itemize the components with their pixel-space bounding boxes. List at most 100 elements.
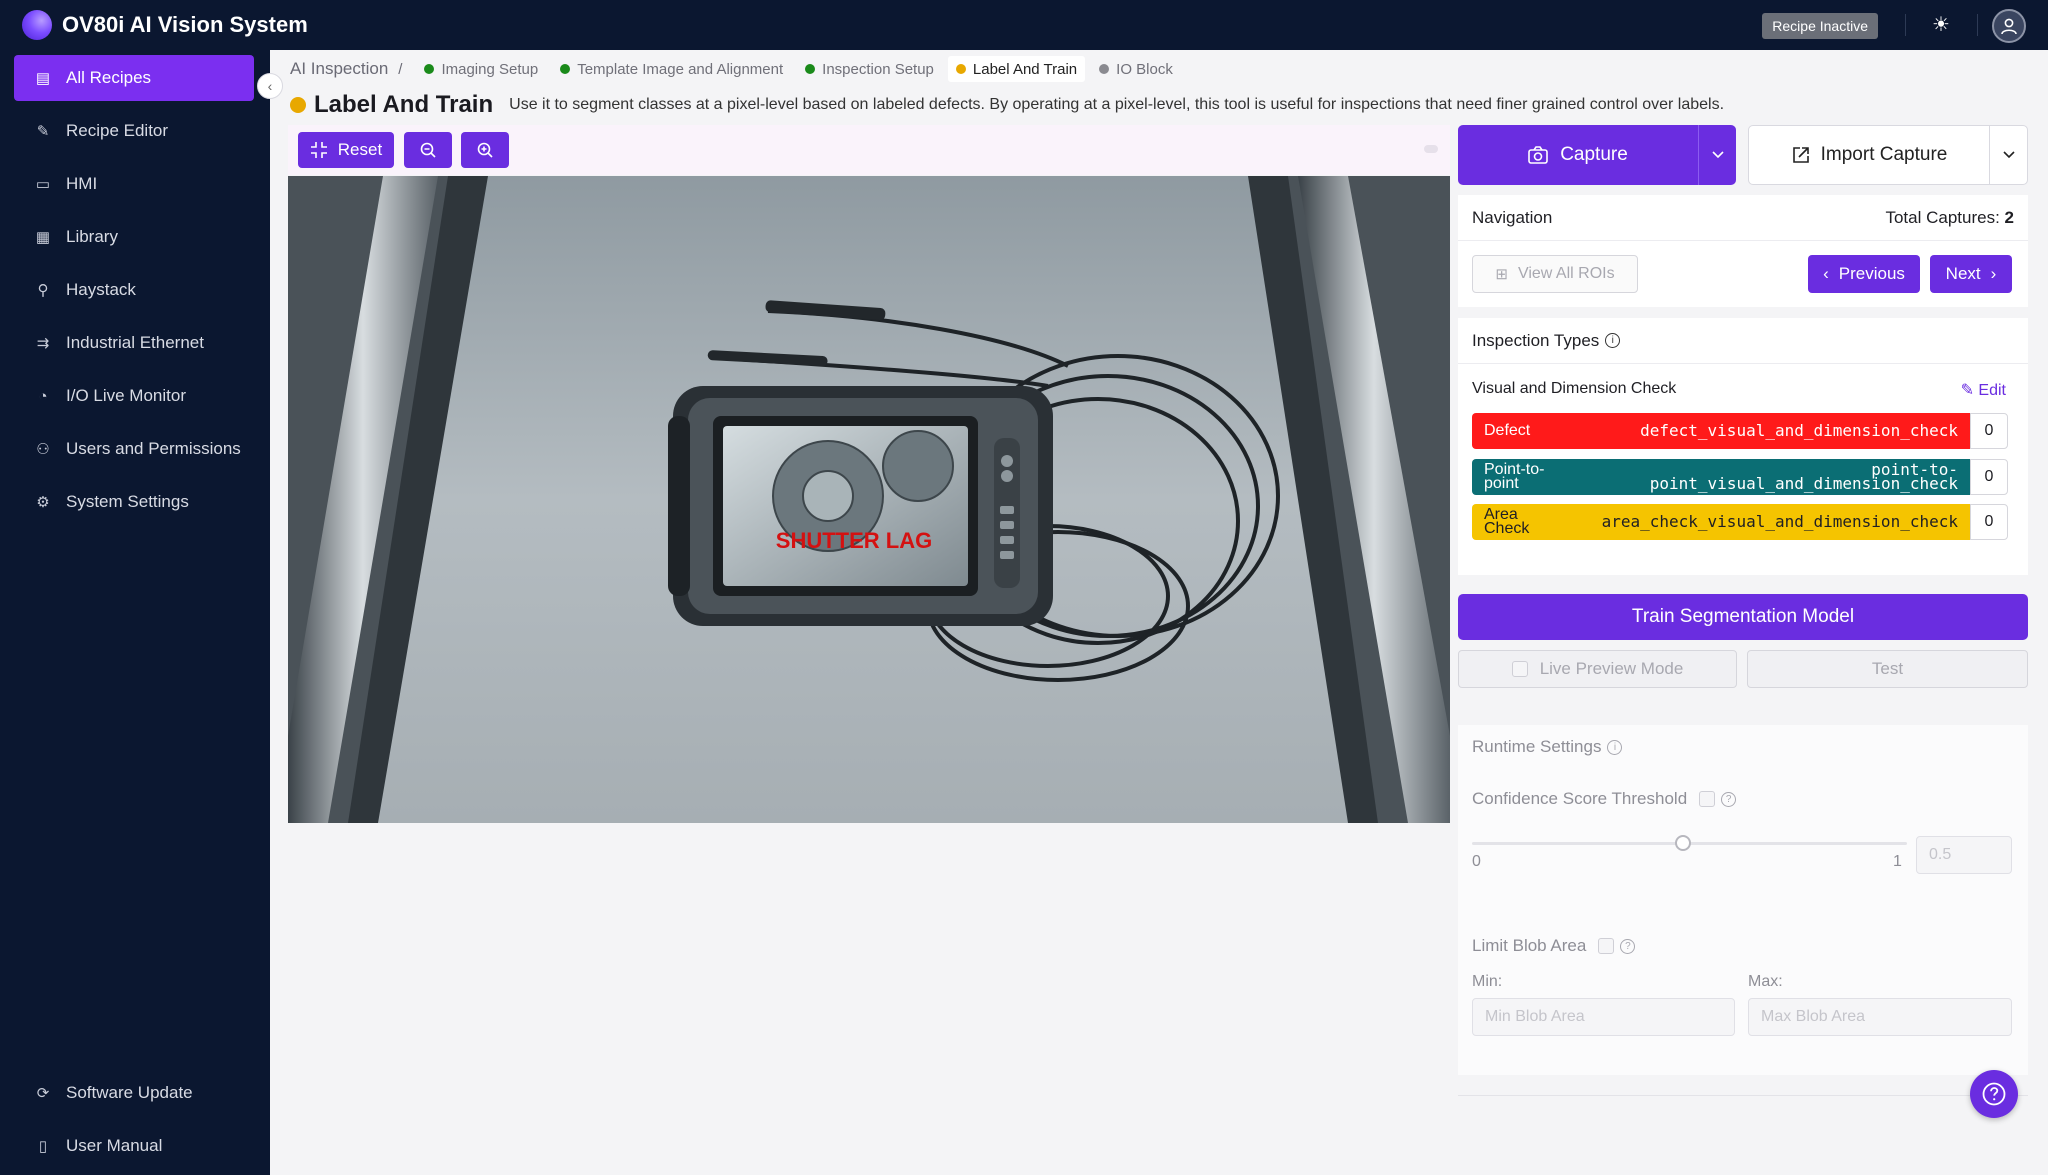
step-label: Inspection Setup: [822, 60, 934, 78]
runtime-settings-card: Runtime Settings i Confidence Score Thre…: [1458, 725, 2028, 1075]
help-button[interactable]: [1970, 1070, 2018, 1118]
zoom-out-button[interactable]: [404, 132, 452, 168]
label-row-defect[interactable]: Defect defect_visual_and_dimension_check…: [1472, 413, 2008, 449]
chevron-right-icon: ›: [1990, 264, 1997, 283]
previous-button[interactable]: ‹ Previous: [1808, 255, 1920, 293]
user-icon: ⚇: [36, 441, 50, 458]
sidebar-item-software-update[interactable]: ⟳ Software Update: [14, 1070, 254, 1116]
breadcrumb: AI Inspection / Imaging Setup Template I…: [290, 56, 1187, 82]
label-row-point-to-point[interactable]: Point-to-point point-to- point_visual_an…: [1472, 459, 2008, 495]
help-icon[interactable]: ?: [1620, 938, 1636, 954]
sun-icon[interactable]: ☀: [1928, 12, 1954, 38]
total-captures-label: Total Captures:: [1885, 207, 2000, 227]
view-all-rois-button[interactable]: ⊞ View All ROIs: [1472, 255, 1638, 293]
view-all-label: View All ROIs: [1517, 265, 1615, 282]
sidebar-collapse-button[interactable]: ‹: [257, 73, 283, 99]
confidence-threshold-input[interactable]: 0.5: [1916, 836, 2012, 874]
sidebar-item-label: Haystack: [66, 280, 136, 299]
sidebar-item-label: System Settings: [66, 492, 189, 511]
compress-icon: [310, 142, 327, 158]
max-blob-area-input[interactable]: Max Blob Area: [1748, 998, 2012, 1036]
label-chip[interactable]: Defect defect_visual_and_dimension_check: [1472, 413, 1970, 449]
book-icon: ▯: [38, 1138, 48, 1155]
navigation-header: Navigation Total Captures: 2: [1458, 195, 2028, 241]
capture-dropdown[interactable]: [1698, 125, 1736, 185]
import-main[interactable]: Import Capture: [1749, 144, 1989, 166]
step-inspection-setup[interactable]: Inspection Setup: [797, 56, 942, 82]
confidence-checkbox[interactable]: [1699, 791, 1716, 807]
info-icon[interactable]: i: [1607, 739, 1623, 755]
info-icon[interactable]: i: [1605, 333, 1621, 348]
sidebar-item-haystack[interactable]: ⚲ Haystack: [14, 267, 254, 313]
breadcrumb-root[interactable]: AI Inspection: [290, 59, 388, 79]
step-label: IO Block: [1116, 60, 1173, 78]
import-label: Import Capture: [1820, 144, 1948, 165]
chevron-down-icon: [1711, 151, 1724, 159]
top-bar: OV80i AI Vision System Recipe Inactive ☀: [0, 0, 2048, 50]
import-capture-button[interactable]: Import Capture: [1748, 125, 2028, 185]
user-avatar[interactable]: [1992, 9, 2026, 43]
test-button[interactable]: Test: [1747, 650, 2028, 688]
page-title: Label And Train: [314, 91, 494, 118]
step-label: Template Image and Alignment: [577, 60, 784, 78]
import-dropdown[interactable]: [1989, 126, 2027, 184]
app-title: OV80i AI Vision System: [62, 12, 308, 37]
label-key: area_check_visual_and_dimension_check: [1601, 512, 1958, 531]
zoom-in-button[interactable]: [461, 132, 509, 168]
label-count: 0: [1970, 413, 2008, 449]
live-preview-mode-toggle[interactable]: Live Preview Mode: [1458, 650, 1737, 688]
label-row-area-check[interactable]: Area Check area_check_visual_and_dimensi…: [1472, 504, 2008, 540]
sidebar-item-library[interactable]: ▦ Library: [14, 214, 254, 260]
capture-image-canvas[interactable]: SHUTTER LAG: [288, 176, 1450, 823]
step-template-image[interactable]: Template Image and Alignment: [552, 56, 791, 82]
navigation-card: Navigation Total Captures: 2 ⊞ View All …: [1458, 195, 2028, 307]
step-label-and-train[interactable]: Label And Train: [947, 56, 1086, 82]
sidebar-item-industrial-ethernet[interactable]: ⇉ Industrial Ethernet: [14, 320, 254, 366]
sidebar-item-io-live-monitor[interactable]: ◔ I/O Live Monitor: [14, 373, 254, 419]
inspection-types-header: Inspection Types i: [1458, 318, 2028, 364]
step-io-block[interactable]: IO Block: [1091, 56, 1181, 82]
sidebar-item-recipe-editor[interactable]: ✎ Recipe Editor: [14, 108, 254, 154]
total-captures-value: 2: [2004, 207, 2014, 227]
min-blob-area-input[interactable]: Min Blob Area: [1472, 998, 1735, 1036]
check-title: Visual and Dimension Check: [1472, 380, 1677, 397]
sidebar-item-user-manual[interactable]: ▯ User Manual: [14, 1123, 254, 1169]
network-icon: ⇉: [36, 335, 50, 352]
slider-max: 1: [1893, 853, 1902, 870]
label-key-suffix: point_visual_and_dimension_check: [1649, 474, 1958, 493]
label-chip[interactable]: Area Check area_check_visual_and_dimensi…: [1472, 504, 1970, 540]
sidebar-item-hmi[interactable]: ▭ HMI: [14, 161, 254, 207]
confidence-threshold-row: Confidence Score Threshold ?: [1472, 789, 1737, 809]
divider: [1458, 1095, 2028, 1096]
limit-blob-checkbox[interactable]: [1598, 938, 1615, 954]
next-button[interactable]: Next ›: [1930, 255, 2012, 293]
confidence-slider-handle[interactable]: [1675, 835, 1691, 851]
label-count: 0: [1970, 504, 2008, 540]
capture-label: Capture: [1560, 144, 1628, 165]
next-label: Next: [1945, 264, 1981, 283]
capture-main[interactable]: Capture: [1458, 144, 1698, 166]
label-chip[interactable]: Point-to-point point-to- point_visual_an…: [1472, 459, 1970, 495]
label-count: 0: [1970, 459, 2008, 495]
train-segmentation-model-button[interactable]: Train Segmentation Model: [1458, 594, 2028, 640]
help-icon[interactable]: ?: [1721, 791, 1737, 807]
sidebar-item-users-and-permissions[interactable]: ⚇ Users and Permissions: [14, 426, 254, 472]
step-label: Imaging Setup: [441, 60, 539, 78]
sidebar-item-label: Users and Permissions: [66, 439, 241, 458]
camera-icon: [1528, 146, 1548, 164]
status-dot: [955, 64, 966, 74]
edit-button[interactable]: ✎ Edit: [1961, 380, 2006, 400]
reset-label: Reset: [337, 140, 383, 159]
step-label: Label And Train: [972, 60, 1078, 78]
live-preview-checkbox[interactable]: [1511, 661, 1528, 677]
step-imaging-setup[interactable]: Imaging Setup: [416, 56, 546, 82]
capture-button[interactable]: Capture: [1458, 125, 1736, 185]
reset-button[interactable]: Reset: [298, 132, 394, 168]
limit-blob-area-row: Limit Blob Area ?: [1472, 936, 1636, 956]
zoom-out-icon: [420, 142, 436, 158]
label-name: Defect: [1484, 422, 1531, 439]
zoom-in-icon: [477, 142, 493, 158]
divider: [1977, 14, 1978, 36]
sidebar-item-system-settings[interactable]: ⚙ System Settings: [14, 479, 254, 525]
sidebar-item-all-recipes[interactable]: ▤ All Recipes: [14, 55, 254, 101]
